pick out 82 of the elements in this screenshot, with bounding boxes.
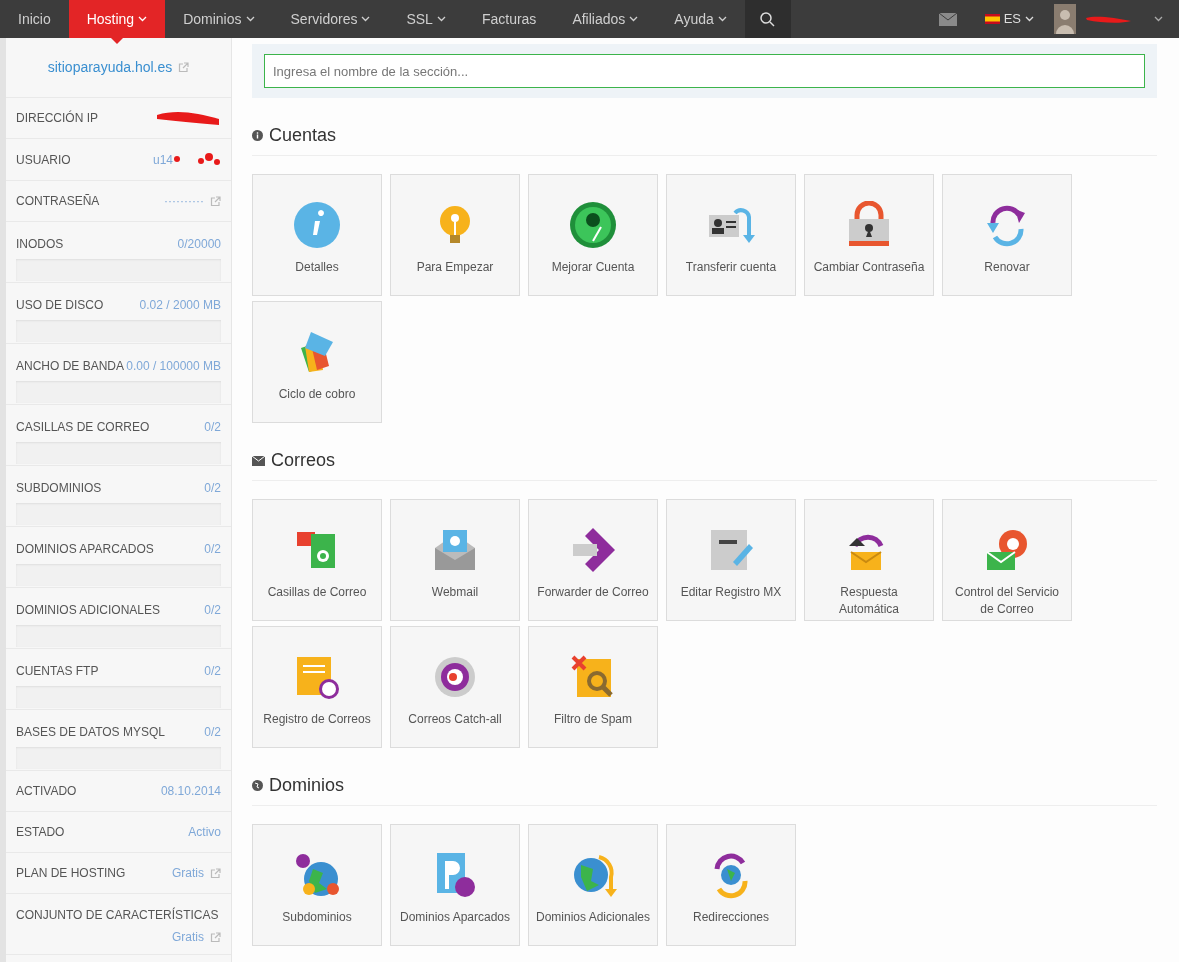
- info-label: DIRECCIÓN IP: [16, 109, 98, 127]
- info-label: CUENTAS FTP: [16, 663, 99, 680]
- info-label: BASES DE DATOS MYSQL: [16, 724, 165, 741]
- external-link-icon: [178, 62, 190, 73]
- info-value: u14: [152, 151, 173, 169]
- feature-tile[interactable]: Dominios Aparcados: [390, 824, 520, 946]
- section-title: Correos: [271, 449, 336, 472]
- feature-tile[interactable]: Renovar: [942, 174, 1072, 296]
- caret-icon: [1025, 16, 1034, 22]
- feature-tile[interactable]: Control del Servicio de Correo: [942, 499, 1072, 621]
- nav-tab[interactable]: Servidores: [272, 0, 389, 38]
- info-label: DOMINIOS ADICIONALES: [16, 602, 161, 619]
- tile-icon: [293, 851, 341, 899]
- nav-tab[interactable]: Inicio: [0, 0, 69, 38]
- info-value: 08.10.2014: [160, 783, 221, 800]
- info-value: 0/2: [204, 419, 221, 436]
- info-label: ANCHO DE BANDA: [16, 358, 125, 375]
- nav-tab[interactable]: Ayuda: [656, 0, 745, 38]
- feature-tile[interactable]: Para Empezar: [390, 174, 520, 296]
- info-label: CONTRASEÑA: [16, 193, 100, 210]
- feature-tile[interactable]: Redirecciones: [666, 824, 796, 946]
- info-value: 0/2: [204, 541, 221, 558]
- nav-tab[interactable]: Dominios: [165, 0, 273, 38]
- info-value: 0/2: [204, 480, 221, 497]
- external-link-icon: [210, 931, 221, 943]
- feature-tile[interactable]: Webmail: [390, 499, 520, 621]
- info-label: ACTIVADO: [16, 783, 77, 800]
- nav-tab[interactable]: Facturas: [463, 0, 555, 38]
- envelope-icon: [938, 12, 957, 26]
- info-value: Gratis: [172, 865, 204, 882]
- info-label: PLAN DE HOSTING: [16, 865, 126, 882]
- feature-tile[interactable]: Cambiar Contraseña: [804, 174, 934, 296]
- envelope-icon: [252, 455, 265, 466]
- search-icon: [760, 11, 776, 27]
- info-value: 0.02 / 2000 MB: [139, 297, 221, 314]
- info-label: USUARIO: [16, 151, 71, 169]
- info-label: ESTADO: [16, 824, 65, 841]
- feature-tile[interactable]: Detalles: [252, 174, 382, 296]
- tile-icon: [293, 201, 341, 249]
- external-link-icon: [210, 195, 221, 207]
- feature-tile[interactable]: Subdominios: [252, 824, 382, 946]
- section-title: Dominios: [269, 774, 345, 797]
- info-label: SUBDOMINIOS: [16, 480, 102, 497]
- caret-icon: [1154, 16, 1163, 22]
- feature-tile[interactable]: Correos Catch-all: [390, 626, 520, 748]
- globe-icon: [252, 780, 263, 791]
- feature-tile[interactable]: Casillas de Correo: [252, 499, 382, 621]
- info-value: 0/2: [204, 602, 221, 619]
- info-value: 0/20000: [177, 236, 221, 253]
- info-value: 0/2: [204, 663, 221, 680]
- info-label: USO DE DISCO: [16, 297, 104, 314]
- external-link-icon: [210, 867, 221, 879]
- section-title: Cuentas: [269, 124, 337, 147]
- info-label: DOMINIOS APARCADOS: [16, 541, 154, 558]
- info-label: INODOS: [16, 236, 64, 253]
- tile-icon: [569, 201, 617, 249]
- info-value: 0/2: [204, 724, 221, 741]
- search-button[interactable]: [744, 0, 791, 38]
- info-label: CASILLAS DE CORREO: [16, 419, 150, 436]
- feature-tile[interactable]: Respuesta Automática: [804, 499, 934, 621]
- feature-tile[interactable]: Mejorar Cuenta: [528, 174, 658, 296]
- feature-tile[interactable]: Dominios Adicionales: [528, 824, 658, 946]
- feature-tile[interactable]: Ciclo de cobro: [252, 301, 382, 423]
- nav-tab[interactable]: SSL: [388, 0, 464, 38]
- feature-tile[interactable]: Transferir cuenta: [666, 174, 796, 296]
- redaction-mark: [173, 152, 221, 167]
- feature-tile[interactable]: Registro de Correos: [252, 626, 382, 748]
- feature-tile[interactable]: Forwarder de Correo: [528, 499, 658, 621]
- info-value: Gratis: [172, 929, 204, 946]
- feature-tile[interactable]: Editar Registro MX: [666, 499, 796, 621]
- info-label: CONJUNTO DE CARACTERÍSTICAS: [16, 906, 220, 924]
- feature-tile[interactable]: Filtro de Spam: [528, 626, 658, 748]
- info-icon: [252, 130, 263, 141]
- info-value: Activo: [188, 824, 221, 841]
- nav-tab[interactable]: Afiliados: [554, 0, 657, 38]
- section-search-field[interactable]: Ingresa el nombre de la sección...: [264, 54, 1145, 88]
- avatar: [1054, 4, 1076, 34]
- redaction-mark: [155, 109, 221, 127]
- info-value: 0.00 / 100000 MB: [126, 358, 221, 375]
- flag-icon: [984, 14, 1000, 24]
- language-selector[interactable]: ES: [976, 0, 1042, 38]
- info-value: ··········: [164, 193, 204, 210]
